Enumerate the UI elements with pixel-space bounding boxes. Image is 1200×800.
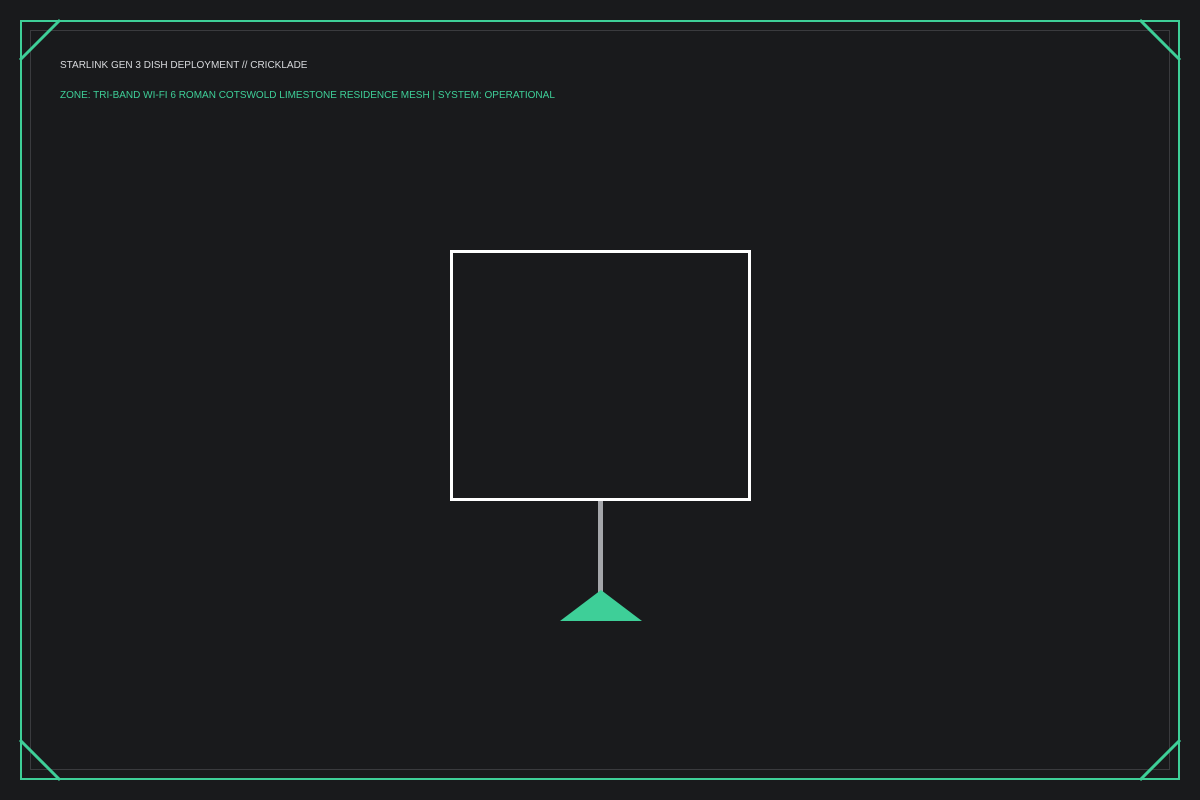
zone-status-line: ZONE: TRI-BAND WI-FI 6 ROMAN COTSWOLD LI… (60, 90, 555, 101)
mount-pole-icon (598, 501, 603, 593)
dish-panel-icon (450, 250, 751, 501)
corner-bracket-bottom-left (18, 738, 62, 782)
corner-bracket-top-right (1138, 18, 1182, 62)
tripod-base-icon (560, 590, 642, 621)
corner-bracket-bottom-right (1138, 738, 1182, 782)
deployment-title: STARLINK GEN 3 DISH DEPLOYMENT // CRICKL… (60, 60, 308, 71)
corner-bracket-top-left (18, 18, 62, 62)
